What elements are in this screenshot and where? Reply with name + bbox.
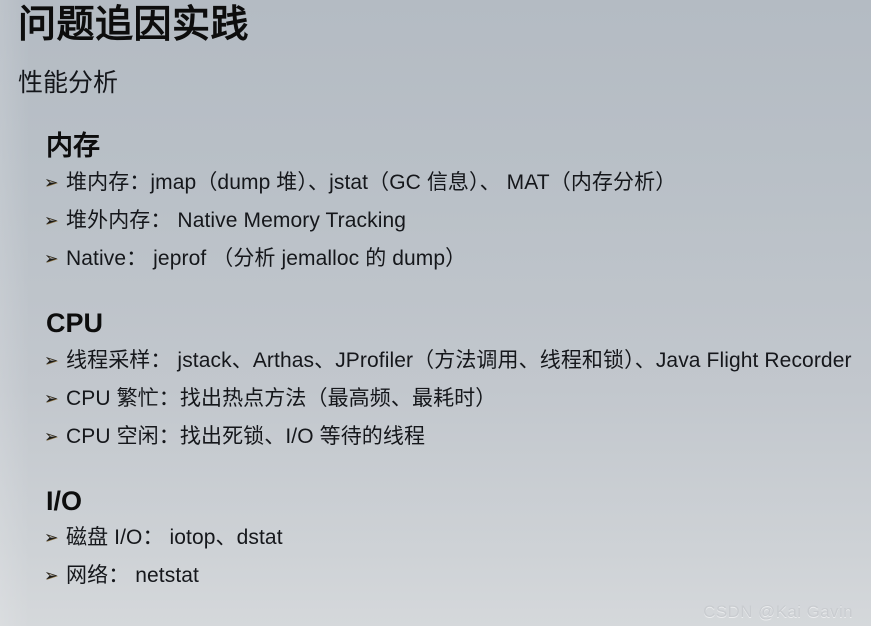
arrow-bullet-icon: ➢ xyxy=(44,211,59,231)
bullet-text: 线程采样： jstack、Arthas、JProfiler（方法调用、线程和锁）… xyxy=(66,348,852,372)
list-item: ➢ CPU 繁忙：找出热点方法（最高频、最耗时） xyxy=(0,380,871,418)
arrow-bullet-icon: ➢ xyxy=(44,249,59,269)
list-item: ➢ CPU 空闲：找出死锁、I/O 等待的线程 xyxy=(0,418,871,456)
arrow-bullet-icon: ➢ xyxy=(44,528,59,548)
list-item: ➢ Native： jeprof （分析 jemalloc 的 dump） xyxy=(0,240,871,278)
bullet-text: 网络： netstat xyxy=(66,564,199,588)
bullet-text: 磁盘 I/O： iotop、dstat xyxy=(66,526,283,550)
list-item: ➢ 磁盘 I/O： iotop、dstat xyxy=(0,519,871,557)
arrow-bullet-icon: ➢ xyxy=(44,350,59,370)
page-title: 问题追因实践 xyxy=(18,4,250,46)
page-subtitle: 性能分析 xyxy=(18,69,119,97)
bullet-list-io: ➢ 磁盘 I/O： iotop、dstat ➢ 网络： netstat xyxy=(0,519,871,595)
section-io: I/O ➢ 磁盘 I/O： iotop、dstat ➢ 网络： netstat xyxy=(0,483,871,595)
slide-canvas: 问题追因实践 性能分析 内存 ➢ 堆内存：jmap（dump 堆）、jstat（… xyxy=(0,0,871,626)
arrow-bullet-icon: ➢ xyxy=(44,173,59,193)
csdn-watermark: CSDN @Kai Gavin xyxy=(703,602,853,621)
arrow-bullet-icon: ➢ xyxy=(44,388,59,408)
section-memory: 内存 ➢ 堆内存：jmap（dump 堆）、jstat（GC 信息）、 MAT（… xyxy=(0,128,871,278)
bullet-text: 堆外内存： Native Memory Tracking xyxy=(66,209,407,233)
bullet-text: 堆内存：jmap（dump 堆）、jstat（GC 信息）、 MAT（内存分析） xyxy=(66,171,677,195)
section-heading-cpu: CPU xyxy=(46,308,104,339)
section-cpu: CPU ➢ 线程采样： jstack、Arthas、JProfiler（方法调用… xyxy=(0,305,871,455)
bullet-text: CPU 空闲：找出死锁、I/O 等待的线程 xyxy=(66,424,426,448)
list-item: ➢ 堆外内存： Native Memory Tracking xyxy=(0,202,871,240)
section-heading-memory: 内存 xyxy=(46,131,100,161)
bullet-text: CPU 繁忙：找出热点方法（最高频、最耗时） xyxy=(66,386,497,410)
bullet-list-cpu: ➢ 线程采样： jstack、Arthas、JProfiler（方法调用、线程和… xyxy=(0,342,871,456)
list-item: ➢ 线程采样： jstack、Arthas、JProfiler（方法调用、线程和… xyxy=(0,342,871,380)
arrow-bullet-icon: ➢ xyxy=(44,426,59,446)
bullet-list-memory: ➢ 堆内存：jmap（dump 堆）、jstat（GC 信息）、 MAT（内存分… xyxy=(0,164,871,278)
bullet-text: Native： jeprof （分析 jemalloc 的 dump） xyxy=(66,247,467,271)
section-heading-io: I/O xyxy=(46,485,83,516)
arrow-bullet-icon: ➢ xyxy=(44,566,59,586)
slide-body: 内存 ➢ 堆内存：jmap（dump 堆）、jstat（GC 信息）、 MAT（… xyxy=(0,128,871,595)
list-item: ➢ 网络： netstat xyxy=(0,557,871,595)
list-item: ➢ 堆内存：jmap（dump 堆）、jstat（GC 信息）、 MAT（内存分… xyxy=(0,164,871,202)
